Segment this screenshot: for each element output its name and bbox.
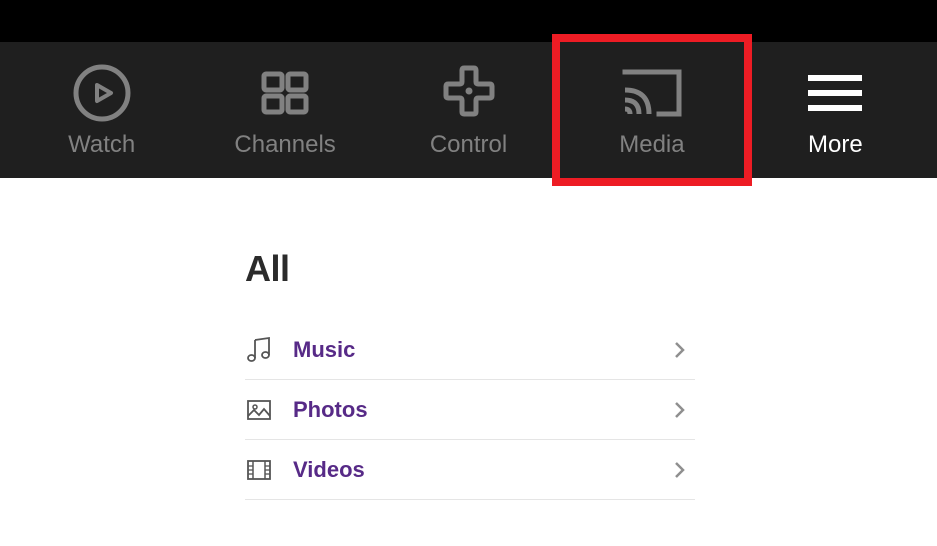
list-item-videos[interactable]: Videos (245, 440, 695, 500)
tab-label: Watch (68, 131, 135, 159)
tab-label: More (808, 131, 863, 159)
list-item-music[interactable]: Music (245, 320, 695, 380)
list-item-label: Photos (293, 397, 665, 423)
cast-icon (621, 61, 683, 125)
content-area: All Music (0, 178, 937, 500)
play-circle-icon (73, 61, 131, 125)
music-icon (245, 336, 293, 364)
tab-more[interactable]: More (744, 42, 927, 178)
section-title: All (245, 248, 695, 290)
chevron-right-icon (665, 461, 695, 479)
tab-control[interactable]: Control (377, 42, 560, 178)
tab-label: Control (430, 131, 507, 159)
list-item-photos[interactable]: Photos (245, 380, 695, 440)
tab-label: Media (619, 131, 684, 159)
dpad-icon (440, 61, 498, 125)
hamburger-icon (804, 61, 866, 125)
chevron-right-icon (665, 341, 695, 359)
tab-channels[interactable]: Channels (193, 42, 376, 178)
tab-media[interactable]: Media (560, 42, 743, 178)
list-item-label: Music (293, 337, 665, 363)
chevron-right-icon (665, 401, 695, 419)
grid-icon (256, 61, 314, 125)
photo-icon (245, 396, 293, 424)
media-list: Music Photos (245, 320, 695, 500)
film-icon (245, 456, 293, 484)
status-bar (0, 0, 937, 42)
tab-bar: Watch Channels Control (0, 42, 937, 178)
list-item-label: Videos (293, 457, 665, 483)
tab-watch[interactable]: Watch (10, 42, 193, 178)
tab-label: Channels (234, 131, 335, 159)
